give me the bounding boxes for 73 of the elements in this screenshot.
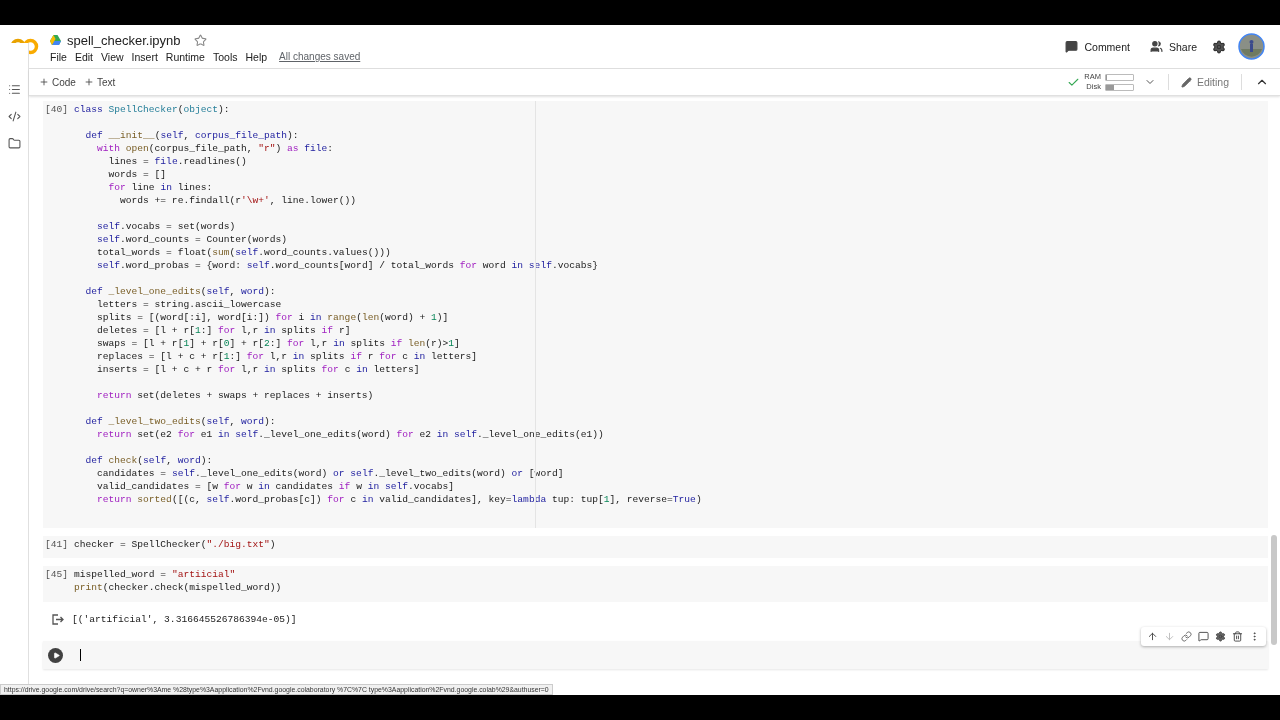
settings-button[interactable] — [1213, 629, 1228, 644]
triangle-icon — [50, 35, 61, 45]
comment-button[interactable] — [1196, 629, 1211, 644]
code-line: words = [] — [107, 168, 167, 181]
code-line: checker = SpellChecker("./big.txt") — [74, 538, 276, 551]
code-line: inserts = [l + c + r for l,r in splits for c in letters] — [96, 363, 420, 376]
code-line: mispelled_word = "artiicial" — [74, 568, 236, 581]
link-icon — [1181, 631, 1192, 642]
save-status-link[interactable]: All changes saved — [279, 51, 361, 62]
code-line: print(checker.check(mispelled_word)) — [74, 581, 282, 594]
arrow-down-icon — [1164, 631, 1175, 642]
code-line: with open(corpus_file_path, "r") as file: — [96, 142, 334, 155]
plus-icon — [39, 77, 49, 87]
star-icon[interactable] — [194, 33, 208, 47]
code-line: def __init__(self, corpus_file_path): — [84, 129, 299, 142]
code-cell[interactable]: [45] mispelled_word = "artiicial" print(checker.check(mispelled_word)) — [43, 566, 1268, 602]
comment-icon — [1198, 631, 1209, 642]
code-line: def _level_one_edits(self, word): — [84, 285, 276, 298]
execution-count: [45] — [45, 568, 70, 582]
delete-button[interactable] — [1230, 629, 1245, 644]
menu-item[interactable]: File — [50, 50, 75, 63]
code-line: class SpellChecker(object): — [74, 103, 230, 116]
code-line: return sorted([(c, self.word_probas[c]) for c in valid_candidates], key=lambda tup: tup[1], reverse=True) — [96, 493, 702, 506]
people-icon — [1149, 40, 1163, 53]
code-line: lines = file.readlines() — [107, 155, 247, 168]
run-button[interactable] — [48, 647, 63, 663]
code-icon[interactable] — [7, 110, 21, 123]
notebook-title[interactable]: spell_checker.ipynb — [67, 32, 181, 48]
folder-icon[interactable] — [7, 137, 21, 150]
comment-button[interactable]: Comment — [1057, 36, 1138, 57]
code-line: valid_candidates = [w for w in candidates if w in self.vocabs] — [96, 480, 455, 493]
menu-item[interactable]: View — [101, 50, 132, 63]
menu-item[interactable]: Tools — [212, 50, 246, 63]
menu-item[interactable]: Insert — [131, 50, 166, 63]
code-line: total_words = float(sum(self.word_counts.values())) — [96, 246, 391, 259]
code-line: return set(e2 for e1 in self._level_one_edits(word) for e2 in self._level_one_edits(e1)) — [96, 428, 604, 441]
comment-icon — [1065, 40, 1079, 53]
link-button[interactable] — [1179, 629, 1194, 644]
menu-item[interactable]: Help — [245, 50, 276, 63]
scrollbar-thumb[interactable] — [1271, 535, 1277, 645]
add-cell-button[interactable]: Code — [35, 74, 80, 90]
code-line: for line in lines: — [107, 181, 213, 194]
trash-icon — [1232, 631, 1243, 642]
menu-item[interactable]: Runtime — [165, 50, 213, 63]
gear-icon — [1215, 631, 1226, 642]
cell-output: [('artificial', 3.316645526786394e-05)] — [72, 614, 297, 625]
menu-item[interactable]: Edit — [74, 50, 101, 63]
code-line: letters = string.ascii_lowercase — [96, 298, 282, 311]
code-line: deletes = [l + r[1:] for l,r in splits if r] — [96, 324, 351, 337]
menu-icon[interactable] — [7, 83, 21, 96]
code-line: self.vocabs = set(words) — [96, 220, 236, 233]
code-line: def _level_two_edits(self, word): — [84, 415, 276, 428]
mode-button[interactable]: Editing — [1174, 74, 1235, 90]
execution-count: [41] — [45, 538, 70, 551]
code-cell[interactable] — [43, 641, 1268, 669]
code-line: splits = [(word[:i], word[i:]) for i in range(len(word) + 1)] — [96, 311, 449, 324]
code-line: words += re.findall(r'\w+', line.lower()) — [119, 194, 357, 207]
code-line: replaces = [l + c + r[1:] for l,r in splits if r for c in letters] — [96, 350, 478, 363]
text-cursor — [80, 649, 81, 661]
pencil-icon — [1180, 76, 1192, 88]
code-line: self.word_counts = Counter(words) — [96, 233, 288, 246]
execution-count: [40] — [45, 103, 70, 117]
code-line: return set(deletes + swaps + replaces + inserts) — [96, 389, 374, 402]
code-line: swaps = [l + r[1] + r[0] + r[2:] for l,r in splits if len(r)>1] — [96, 337, 460, 350]
add-cell-button[interactable]: Text — [79, 74, 120, 90]
plus-icon — [83, 77, 94, 87]
code-line: def check(self, word): — [84, 454, 213, 467]
play-icon — [52, 651, 60, 659]
output-icon[interactable] — [52, 614, 64, 625]
arrow-up-icon — [1147, 631, 1158, 642]
share-button[interactable]: Share — [1141, 36, 1205, 57]
code-cell[interactable]: [41] checker = SpellChecker("./big.txt") — [43, 536, 1268, 558]
code-cell[interactable] — [43, 101, 1268, 528]
